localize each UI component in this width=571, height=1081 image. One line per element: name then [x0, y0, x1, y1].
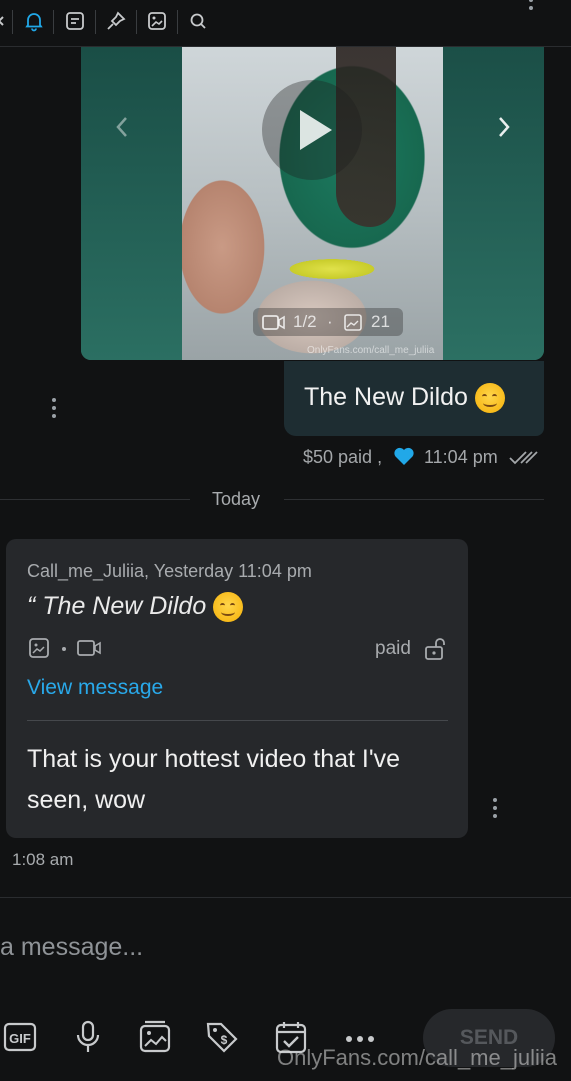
sent-time: 11:04 pm: [424, 447, 498, 467]
message-options-icon[interactable]: [493, 798, 499, 822]
chevron-left-icon[interactable]: [0, 10, 8, 32]
media-icon[interactable]: [138, 1020, 172, 1054]
received-message-card[interactable]: Call_me_Juliia, Yesterday 11:04 pm “ The…: [6, 539, 468, 838]
reply-quote: “ The New Dildo: [27, 592, 244, 623]
sent-message-text: The New Dildo: [304, 383, 505, 414]
separator-dot: [62, 647, 66, 651]
bell-icon[interactable]: [23, 10, 45, 32]
video-count: 1/2: [293, 312, 317, 331]
read-receipt-icon: [508, 449, 540, 467]
watermark: OnlyFans.com/call_me_juliia: [277, 1045, 557, 1070]
received-time: 1:08 am: [12, 850, 74, 869]
toolbar-divider: [95, 10, 96, 34]
play-icon[interactable]: [262, 80, 362, 180]
toolbar-divider: [177, 10, 178, 34]
separator-dot: ·: [327, 312, 333, 331]
svg-text:GIF: GIF: [9, 1031, 31, 1046]
divider-line: [0, 499, 190, 500]
pin-icon[interactable]: [105, 10, 127, 32]
chat-toolbar: [0, 0, 571, 47]
reply-paid-label: paid: [375, 638, 411, 659]
image-icon: [344, 314, 362, 331]
more-vertical-icon[interactable]: [529, 0, 535, 14]
message-input[interactable]: a message...: [0, 933, 143, 962]
price-label: $50 paid ,: [303, 447, 383, 467]
media-blurred-right: [443, 47, 544, 360]
card-separator: [27, 720, 448, 721]
smiling-face-emoji: [474, 383, 505, 414]
sent-message-bubble[interactable]: The New Dildo: [284, 361, 544, 436]
received-message-text: That is your hottest video that I've see…: [27, 745, 401, 814]
gif-icon[interactable]: GIF: [3, 1020, 37, 1054]
media-blurred-left: [81, 47, 182, 360]
unlock-icon: [424, 637, 446, 660]
image-icon: [28, 637, 50, 659]
media-preview[interactable]: 1/2 · 21 OnlyFans.com/call_me_juliia: [81, 47, 544, 360]
media-watermark: OnlyFans.com/call_me_juliia: [307, 345, 435, 356]
toolbar-divider: [53, 10, 54, 34]
view-message-link[interactable]: View message: [27, 676, 163, 700]
note-icon[interactable]: [64, 10, 86, 32]
date-divider-label: Today: [212, 489, 261, 509]
chevron-left-icon[interactable]: [111, 115, 135, 139]
svg-text:$: $: [221, 1033, 228, 1047]
toolbar-divider: [136, 10, 137, 34]
toolbar-divider: [12, 10, 13, 34]
smiling-face-emoji: [213, 592, 244, 623]
video-icon: [76, 637, 102, 659]
price-tag-icon[interactable]: $: [205, 1020, 239, 1054]
divider-line: [284, 499, 544, 500]
microphone-icon[interactable]: [71, 1020, 105, 1054]
video-icon: [262, 315, 286, 330]
heart-icon[interactable]: [393, 446, 415, 466]
search-icon[interactable]: [187, 10, 209, 32]
message-options-icon[interactable]: [52, 398, 58, 422]
chevron-right-icon[interactable]: [491, 115, 515, 139]
media-counts: 1/2 · 21: [253, 308, 403, 336]
reply-author: Call_me_Juliia, Yesterday 11:04 pm: [27, 561, 312, 581]
image-icon[interactable]: [146, 10, 168, 32]
image-count: 21: [371, 312, 390, 331]
